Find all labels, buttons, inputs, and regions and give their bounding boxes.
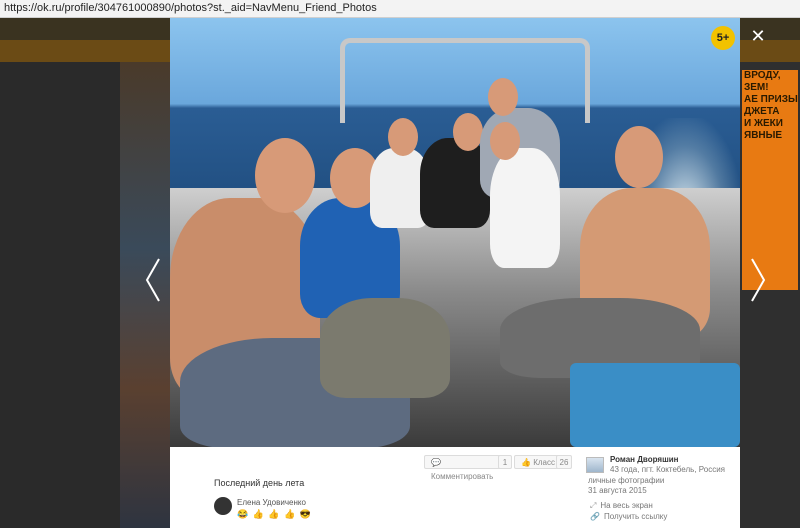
fullscreen-label: На весь экран: [600, 501, 653, 510]
link-icon: 🔗: [590, 512, 600, 521]
person: [320, 298, 450, 398]
person-head: [453, 113, 483, 151]
like-count: 26: [556, 455, 572, 469]
main-photo[interactable]: [170, 18, 740, 447]
fullscreen-link[interactable]: ⤢ На весь экран: [590, 501, 653, 511]
chevron-right-icon[interactable]: [746, 255, 768, 305]
person-head: [615, 126, 663, 188]
author-avatar[interactable]: [586, 457, 604, 473]
person: [490, 148, 560, 268]
ad-line: ЯВНЫЕ: [744, 130, 783, 141]
ad-line: АЕ ПРИЗЫ: [744, 94, 798, 105]
photo-date: 31 августа 2015: [588, 486, 647, 495]
author-info: 43 года, пгт. Коктебель, Россия: [610, 465, 725, 474]
person-head: [255, 138, 315, 213]
close-icon[interactable]: ✕: [748, 26, 768, 46]
commenter-name[interactable]: Елена Удовиченко: [237, 498, 306, 507]
comment-label: Комментировать: [431, 472, 494, 481]
cooler-box: [570, 363, 740, 447]
ad-line: И ЖЕКИ: [744, 118, 783, 129]
ad-line: ВРОДУ,: [744, 70, 781, 81]
comment-count: 1: [498, 455, 512, 469]
ad-line: ЗЕМ!: [744, 82, 769, 93]
like-label: Класс: [533, 458, 555, 467]
get-link-label: Получить ссылку: [603, 512, 668, 521]
person-head: [388, 118, 418, 156]
chevron-left-icon[interactable]: [143, 255, 165, 305]
avatar[interactable]: [214, 497, 232, 515]
photo-caption: Последний день лета: [214, 478, 305, 488]
comment-icon: 💬: [431, 458, 441, 467]
album-link[interactable]: личные фотографии: [588, 476, 664, 485]
photo-info-panel: 💬 Комментировать 1 👍 Класс 26 Последний …: [170, 447, 740, 528]
get-link[interactable]: 🔗 Получить ссылку: [590, 512, 667, 521]
browser-address-bar[interactable]: https://ok.ru/profile/304761000890/photo…: [0, 0, 800, 18]
person-head: [488, 78, 518, 116]
comment-button[interactable]: 💬 Комментировать: [424, 455, 506, 481]
ad-line: ДЖЕТА: [744, 106, 780, 117]
boat-frame: [340, 38, 590, 123]
person-head: [490, 122, 520, 160]
comment-emojis: 😂 👍 👍 👍 😎: [237, 509, 313, 519]
url-text[interactable]: https://ok.ru/profile/304761000890/photo…: [4, 2, 377, 14]
author-name[interactable]: Роман Дворяшин: [610, 455, 679, 464]
age-rating-badge: 5+: [711, 26, 735, 50]
like-icon: 👍: [521, 458, 531, 467]
fullscreen-icon: ⤢: [590, 501, 597, 510]
